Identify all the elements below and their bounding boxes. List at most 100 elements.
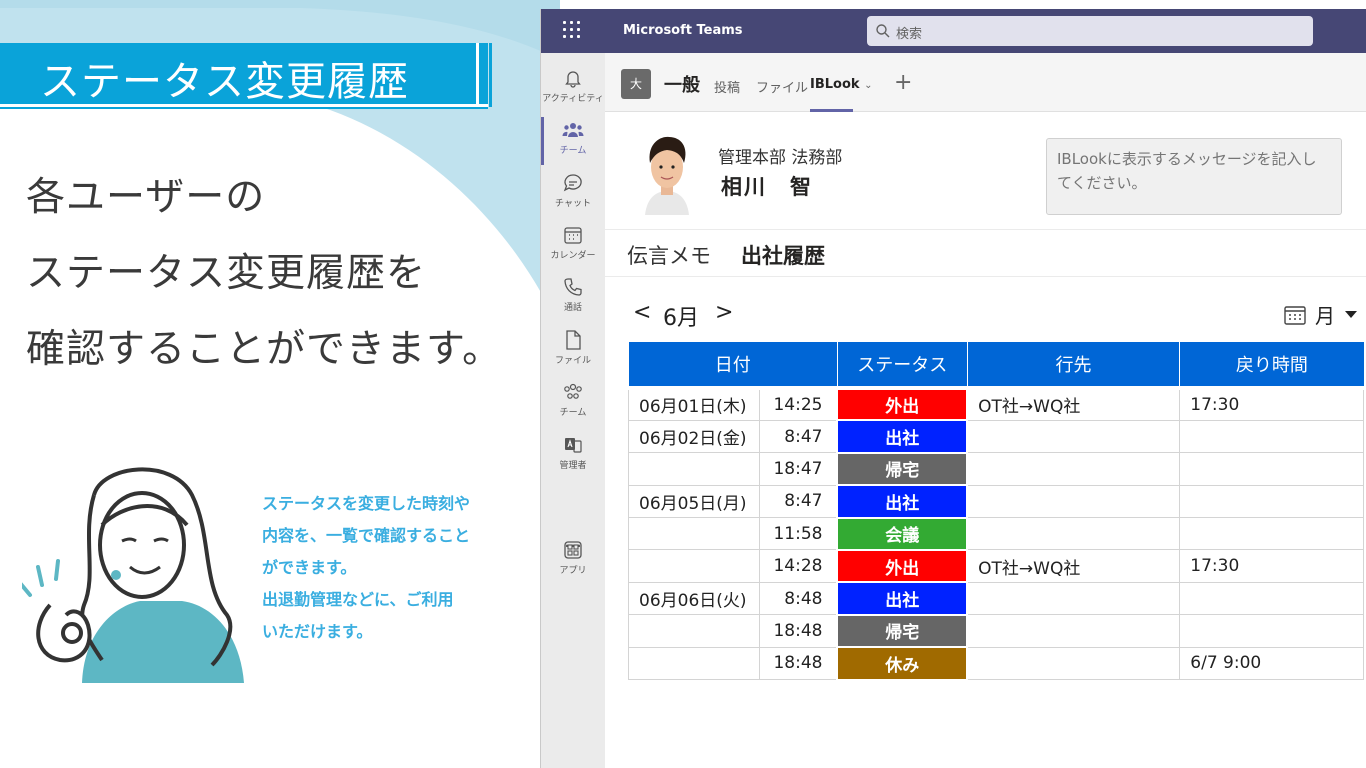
return-time-cell: [1179, 614, 1364, 648]
destination-cell: [966, 419, 1181, 454]
table-body: 06月01日(木) 14:25 外出 OT社→WQ社 17:30 06月02日(金) 8:4…: [628, 385, 1364, 681]
note-line: ができます。: [262, 558, 357, 577]
search-placeholder: 検索: [896, 27, 923, 42]
tab-files[interactable]: ファイル: [756, 77, 808, 96]
table-row: 14:28 外出 OT社→WQ社 17:30: [628, 548, 1364, 584]
table-header-row: 日付 ステータス 行先 戻り時間: [628, 342, 1364, 388]
return-time-cell: 17:30: [1179, 549, 1364, 583]
promo-title: ステータス変更履歴: [40, 59, 409, 105]
header-status: ステータス: [837, 342, 968, 388]
month-navigator: < 6月 > 月: [605, 300, 1366, 331]
app-launcher-icon[interactable]: [563, 21, 583, 41]
date-cell: [628, 549, 760, 583]
destination-cell: OT社→WQ社: [966, 385, 1181, 421]
status-cell: 出社: [836, 484, 969, 519]
return-time-cell: [1179, 419, 1364, 454]
message-input[interactable]: [1046, 138, 1342, 215]
table-row: 06月01日(木) 14:25 外出 OT社→WQ社 17:30: [628, 385, 1364, 422]
date-cell: 06月01日(木): [628, 385, 760, 421]
tab-iblook[interactable]: IBLook ⌄: [810, 77, 872, 92]
woman-ok-gesture-illustration: [22, 467, 244, 683]
app-rail: アクティビティ チーム チャット カレンダー 通話 ファイル チーム 管理者 ……: [541, 53, 605, 768]
tab-attendance-history[interactable]: 出社履歴: [741, 240, 825, 270]
title-band: ステータス変更履歴: [0, 43, 492, 107]
status-cell: 外出: [836, 385, 969, 422]
note-line: 出退勤管理などに、ご利用: [262, 590, 454, 609]
caret-down-icon[interactable]: [1345, 311, 1357, 318]
time-cell: 14:25: [758, 385, 838, 421]
destination-cell: [966, 452, 1181, 486]
rail-label: 管理者: [559, 461, 587, 471]
return-time-cell: [1179, 484, 1364, 519]
add-tab-button[interactable]: +: [894, 70, 912, 95]
rail-item-teams[interactable]: チーム: [541, 113, 605, 165]
table-row: 18:47 帰宅: [628, 451, 1364, 487]
destination-cell: [966, 517, 1181, 551]
rail-item-admin[interactable]: 管理者: [541, 428, 605, 478]
people-icon: [564, 383, 582, 399]
slide: { "promo": { "title": "ステータス変更履歴", "lead…: [0, 0, 1366, 768]
rail-label: アクティビティ: [542, 94, 604, 104]
rail-item-calls[interactable]: 通話: [541, 270, 605, 320]
rail-item-chat[interactable]: チャット: [541, 166, 605, 216]
search-icon: [876, 24, 890, 38]
calendar-icon[interactable]: [1284, 305, 1306, 325]
team-avatar[interactable]: 大: [621, 69, 651, 99]
title-decoration: [476, 43, 492, 107]
current-month: 6月: [663, 306, 699, 331]
chevron-down-icon: ⌄: [864, 80, 873, 91]
search-input[interactable]: 検索: [867, 16, 1313, 46]
rail-item-activity[interactable]: アクティビティ: [541, 61, 605, 111]
view-select[interactable]: 月: [1315, 300, 1335, 329]
phone-icon: [564, 278, 582, 296]
rail-label: ファイル: [554, 356, 591, 366]
destination-cell: OT社→WQ社: [966, 549, 1181, 583]
time-cell: 18:48: [758, 646, 838, 681]
rail-label: アプリ: [559, 566, 587, 576]
date-cell: [628, 452, 760, 486]
rail-item-files[interactable]: ファイル: [541, 323, 605, 373]
note-line: 内容を、一覧で確認すること: [262, 526, 471, 545]
tab-memo[interactable]: 伝言メモ: [627, 240, 711, 270]
rail-item-people[interactable]: チーム: [541, 375, 605, 425]
chat-icon: [563, 174, 582, 192]
channel-name: 一般: [664, 75, 700, 96]
lead-line-2: ステータス変更履歴を: [26, 251, 427, 296]
sub-navigation: 伝言メモ 出社履歴: [605, 230, 1366, 277]
profile-card: 管理本部 法務部 相川 智: [605, 113, 1366, 230]
table-row: 11:58 会議: [628, 516, 1364, 551]
rail-label: チーム: [559, 408, 587, 418]
lead-line-3: 確認することができます。: [26, 327, 503, 372]
table-row: 18:48 休み 6/7 9:00: [628, 646, 1364, 681]
status-cell: 帰宅: [836, 451, 969, 487]
status-history-table: 日付 ステータス 行先 戻り時間 06月01日(木) 14:25 外出 OT社→WQ社…: [628, 342, 1364, 681]
return-time-cell: 6/7 9:00: [1179, 646, 1364, 681]
header-destination: 行先: [967, 342, 1181, 388]
rail-label: カレンダー: [550, 251, 596, 261]
prev-month-button[interactable]: <: [633, 300, 651, 325]
return-time-cell: [1179, 581, 1364, 616]
destination-cell: [966, 646, 1181, 681]
date-cell: 06月02日(金): [628, 419, 760, 454]
rail-item-apps[interactable]: アプリ: [541, 533, 605, 583]
date-cell: [628, 646, 760, 681]
rail-label: チャット: [555, 199, 591, 209]
rail-item-calendar[interactable]: カレンダー: [541, 218, 605, 268]
file-icon: [566, 330, 581, 350]
tab-posts[interactable]: 投稿: [714, 77, 740, 96]
table-row: 06月02日(金) 8:47 出社: [628, 419, 1364, 454]
rail-label: 通話: [563, 303, 582, 313]
promo-note: ステータスを変更した時刻や 内容を、一覧で確認すること ができます。 出退勤管理…: [262, 488, 522, 648]
main-pane: 大 一般 投稿 ファイル IBLook ⌄ + 管理本部 法務部 相川 智 IB…: [605, 53, 1366, 768]
avatar: [637, 131, 697, 215]
table-row: 18:48 帰宅: [628, 613, 1364, 649]
app-title: Microsoft Teams: [623, 23, 743, 38]
channel-header: 大 一般 投稿 ファイル IBLook ⌄ +: [605, 53, 1366, 112]
header-date: 日付: [628, 342, 838, 388]
title-bar: Microsoft Teams 検索: [541, 9, 1366, 53]
next-month-button[interactable]: >: [715, 300, 733, 325]
date-cell: 06月05日(月): [628, 484, 760, 519]
time-cell: 18:48: [758, 614, 838, 648]
status-cell: 出社: [836, 581, 969, 616]
date-cell: [628, 517, 760, 551]
